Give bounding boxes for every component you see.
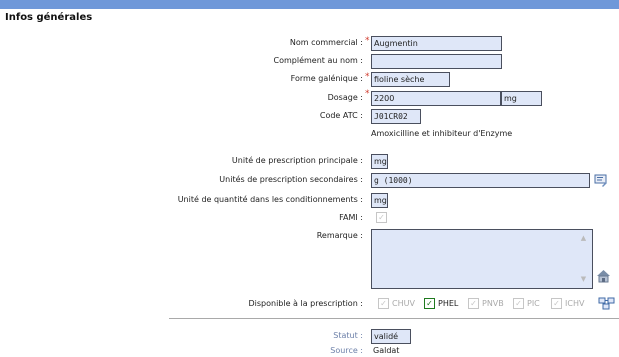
required-marker: * xyxy=(365,72,370,82)
statut-input[interactable]: validé xyxy=(371,329,411,344)
label-unite-principale: Unité de prescription principale : xyxy=(231,156,363,165)
label-disponible: Disponible à la prescription : xyxy=(248,299,363,308)
label-nom-commercial: Nom commercial : xyxy=(289,38,363,47)
nom-commercial-input[interactable]: Augmentin xyxy=(371,36,502,51)
network-icon[interactable] xyxy=(598,297,615,310)
checkbox-label-chuv: CHUV xyxy=(392,299,415,308)
checkbox-ichv[interactable]: ✓ xyxy=(551,298,562,309)
home-icon[interactable] xyxy=(596,269,611,283)
checkbox-pic[interactable]: ✓ xyxy=(513,298,524,309)
required-marker: * xyxy=(365,36,370,46)
dosage-input[interactable]: 2200 xyxy=(371,91,501,106)
checkbox-label-pnvb: PNVB xyxy=(482,299,504,308)
checkbox-label-pic: PIC xyxy=(527,299,540,308)
label-unites-secondaires: Unités de prescription secondaires : xyxy=(219,175,363,184)
section-title: Infos générales xyxy=(5,12,93,23)
checkbox-chuv[interactable]: ✓ xyxy=(378,298,389,309)
complement-nom-input[interactable] xyxy=(371,54,502,69)
source-value: Galdat xyxy=(373,346,400,355)
label-remarque: Remarque : xyxy=(316,231,363,240)
fami-checkbox[interactable]: ✓ xyxy=(376,212,387,223)
code-atc-input[interactable]: J01CR02 xyxy=(371,109,421,124)
label-forme-galenique: Forme galénique : xyxy=(290,74,363,83)
checkbox-pnvb[interactable]: ✓ xyxy=(468,298,479,309)
label-statut: Statut : xyxy=(333,331,363,340)
remarque-textarea[interactable]: ▲ ▼ xyxy=(371,229,593,289)
label-code-atc: Code ATC : xyxy=(319,111,363,120)
forme-galenique-input[interactable]: fioline sèche xyxy=(371,72,450,87)
label-dosage: Dosage : xyxy=(327,93,363,102)
scroll-up-icon[interactable]: ▲ xyxy=(579,234,588,243)
edit-list-icon[interactable] xyxy=(594,173,608,187)
scroll-down-icon[interactable]: ▼ xyxy=(579,275,588,284)
code-atc-description: Amoxicilline et inhibiteur d'Enzyme xyxy=(371,129,513,138)
unite-quantite-input[interactable]: mg xyxy=(371,193,388,208)
divider xyxy=(169,318,619,319)
label-source: Source : xyxy=(330,346,363,355)
checkbox-label-ichv: ICHV xyxy=(565,299,585,308)
label-fami: FAMI : xyxy=(339,213,363,222)
header-bar xyxy=(0,0,619,9)
label-unite-quantite: Unité de quantité dans les conditionneme… xyxy=(177,195,363,204)
dosage-unit-input[interactable]: mg xyxy=(501,91,542,106)
checkbox-label-phel: PHEL xyxy=(438,299,459,308)
unites-secondaires-input[interactable]: g (1000) xyxy=(371,173,590,188)
label-complement-nom: Complément au nom : xyxy=(273,56,363,65)
unite-principale-input[interactable]: mg xyxy=(371,154,388,169)
checkbox-phel[interactable]: ✓ xyxy=(424,298,435,309)
required-marker: * xyxy=(365,89,370,99)
